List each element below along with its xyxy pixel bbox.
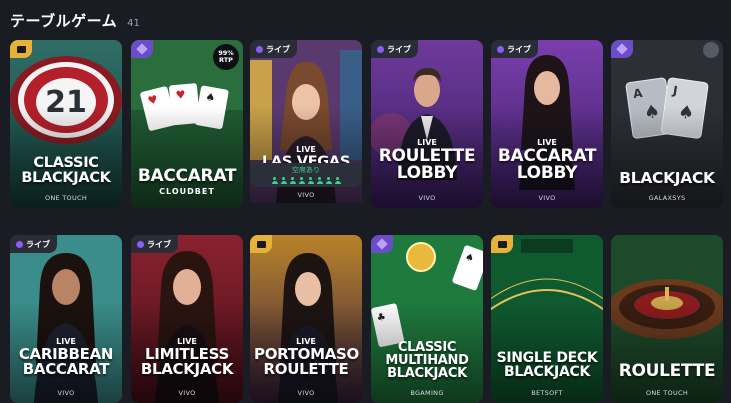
seat-icon — [316, 177, 323, 184]
live-badge: ライブ — [131, 235, 178, 253]
game-provider: ONE TOUCH — [645, 389, 689, 397]
live-badge-label: ライブ — [147, 239, 171, 249]
game-card-classic-multihand-blackjack[interactable]: ♠ ♣ CLASSIC MULTIHAND BLACKJACK BGAMING — [371, 235, 483, 403]
game-card-caribbean-baccarat[interactable]: ライブ LIVE CARIBBEAN BACCARAT VIVO — [10, 235, 122, 403]
game-provider: CLOUDBET — [159, 187, 215, 196]
availability-text: 空席あり — [292, 166, 320, 174]
game-title: CARIBBEAN BACCARAT — [18, 345, 114, 378]
game-provider: VIVO — [297, 191, 315, 199]
wallet-icon — [16, 45, 26, 53]
game-card-baccarat[interactable]: ♥ ♥ ♠ 99% RTP BACCARAT CLOUDBET — [131, 40, 243, 208]
seat-availability: 空席あり — [250, 163, 362, 187]
game-title: CLASSIC BLACKJACK — [21, 155, 111, 186]
game-card-blackjack-galaxsys[interactable]: A♠ J♠ BLACKJACK GALAXSYS — [611, 40, 723, 208]
live-badge-label: ライブ — [507, 44, 531, 54]
gem-badge — [131, 40, 153, 58]
game-provider: VIVO — [297, 389, 315, 397]
section-title: テーブルゲーム — [10, 12, 118, 30]
game-title: SINGLE DECK BLACKJACK — [496, 350, 598, 380]
game-provider: VIVO — [418, 194, 436, 202]
game-title: ROULETTE — [618, 361, 716, 381]
game-title: BACCARAT — [137, 166, 237, 186]
wallet-badge — [10, 40, 32, 58]
seat-icon — [307, 177, 314, 184]
game-provider: ONE TOUCH — [44, 194, 88, 202]
live-badge: ライブ — [10, 235, 57, 253]
seat-icon — [271, 177, 278, 184]
game-title: BLACKJACK — [619, 169, 715, 187]
game-title: PORTOMASO ROULETTE — [254, 345, 359, 378]
game-provider: VIVO — [57, 389, 75, 397]
live-dot — [16, 240, 23, 248]
game-provider: BETSOFT — [531, 389, 563, 397]
gem-badge — [371, 235, 393, 253]
seat-indicators — [250, 177, 362, 184]
seat-icon — [289, 177, 296, 184]
game-title: CLASSIC MULTIHAND BLACKJACK — [385, 340, 469, 381]
game-card-portomaso-roulette[interactable]: LIVE PORTOMASO ROULETTE VIVO — [250, 235, 362, 403]
game-count: 41 — [127, 18, 140, 29]
game-provider: BGAMING — [410, 389, 444, 397]
live-badge-label: ライブ — [266, 44, 290, 54]
wallet-badge — [250, 235, 272, 253]
game-card-baccarat-lobby[interactable]: ライブ LIVE BACCARAT LOBBY VIVO — [491, 40, 603, 208]
live-badge: ライブ — [371, 40, 418, 58]
seat-icon — [334, 177, 341, 184]
live-dot — [377, 45, 384, 53]
rtp-badge: 99% RTP — [213, 44, 239, 70]
game-card-limitless-blackjack[interactable]: ライブ LIVE LIMITLESS BLACKJACK VIVO — [131, 235, 243, 403]
live-dot — [497, 45, 504, 53]
game-card-roulette[interactable]: ROULETTE ONE TOUCH — [611, 235, 723, 403]
wallet-icon — [497, 240, 507, 248]
seat-icon — [298, 177, 305, 184]
game-provider: GALAXSYS — [648, 194, 686, 202]
live-badge-label: ライブ — [387, 44, 411, 54]
live-badge: ライブ — [250, 40, 297, 58]
wallet-icon — [256, 240, 266, 248]
gem-badge — [611, 40, 633, 58]
gem-icon — [136, 43, 148, 55]
live-badge: ライブ — [491, 40, 538, 58]
game-title: BACCARAT LOBBY — [497, 146, 597, 183]
live-badge-label: ライブ — [26, 239, 50, 249]
game-title: LIMITLESS BLACKJACK — [140, 345, 234, 378]
section-header: テーブルゲーム 41 — [10, 10, 140, 31]
seat-icon — [280, 177, 287, 184]
game-card-roulette-lobby[interactable]: ライブ LIVE ROULETTE LOBBY VIVO — [371, 40, 483, 208]
game-card-classic-blackjack[interactable]: 21 CLASSIC BLACKJACK ONE TOUCH — [10, 40, 122, 208]
seat-icon — [325, 177, 332, 184]
svg-text:♥: ♥ — [175, 88, 186, 102]
wallet-badge — [491, 235, 513, 253]
live-tag: LIVE — [296, 145, 316, 154]
game-provider: VIVO — [538, 194, 556, 202]
gem-icon — [616, 43, 628, 55]
game-card-single-deck-blackjack[interactable]: SINGLE DECK BLACKJACK BETSOFT — [491, 235, 603, 403]
game-provider: VIVO — [178, 389, 196, 397]
live-dot — [137, 240, 144, 248]
game-title: ROULETTE LOBBY — [378, 146, 476, 183]
live-dot — [256, 45, 263, 53]
gem-icon — [376, 238, 388, 250]
rtp-label: RTP — [219, 56, 233, 64]
